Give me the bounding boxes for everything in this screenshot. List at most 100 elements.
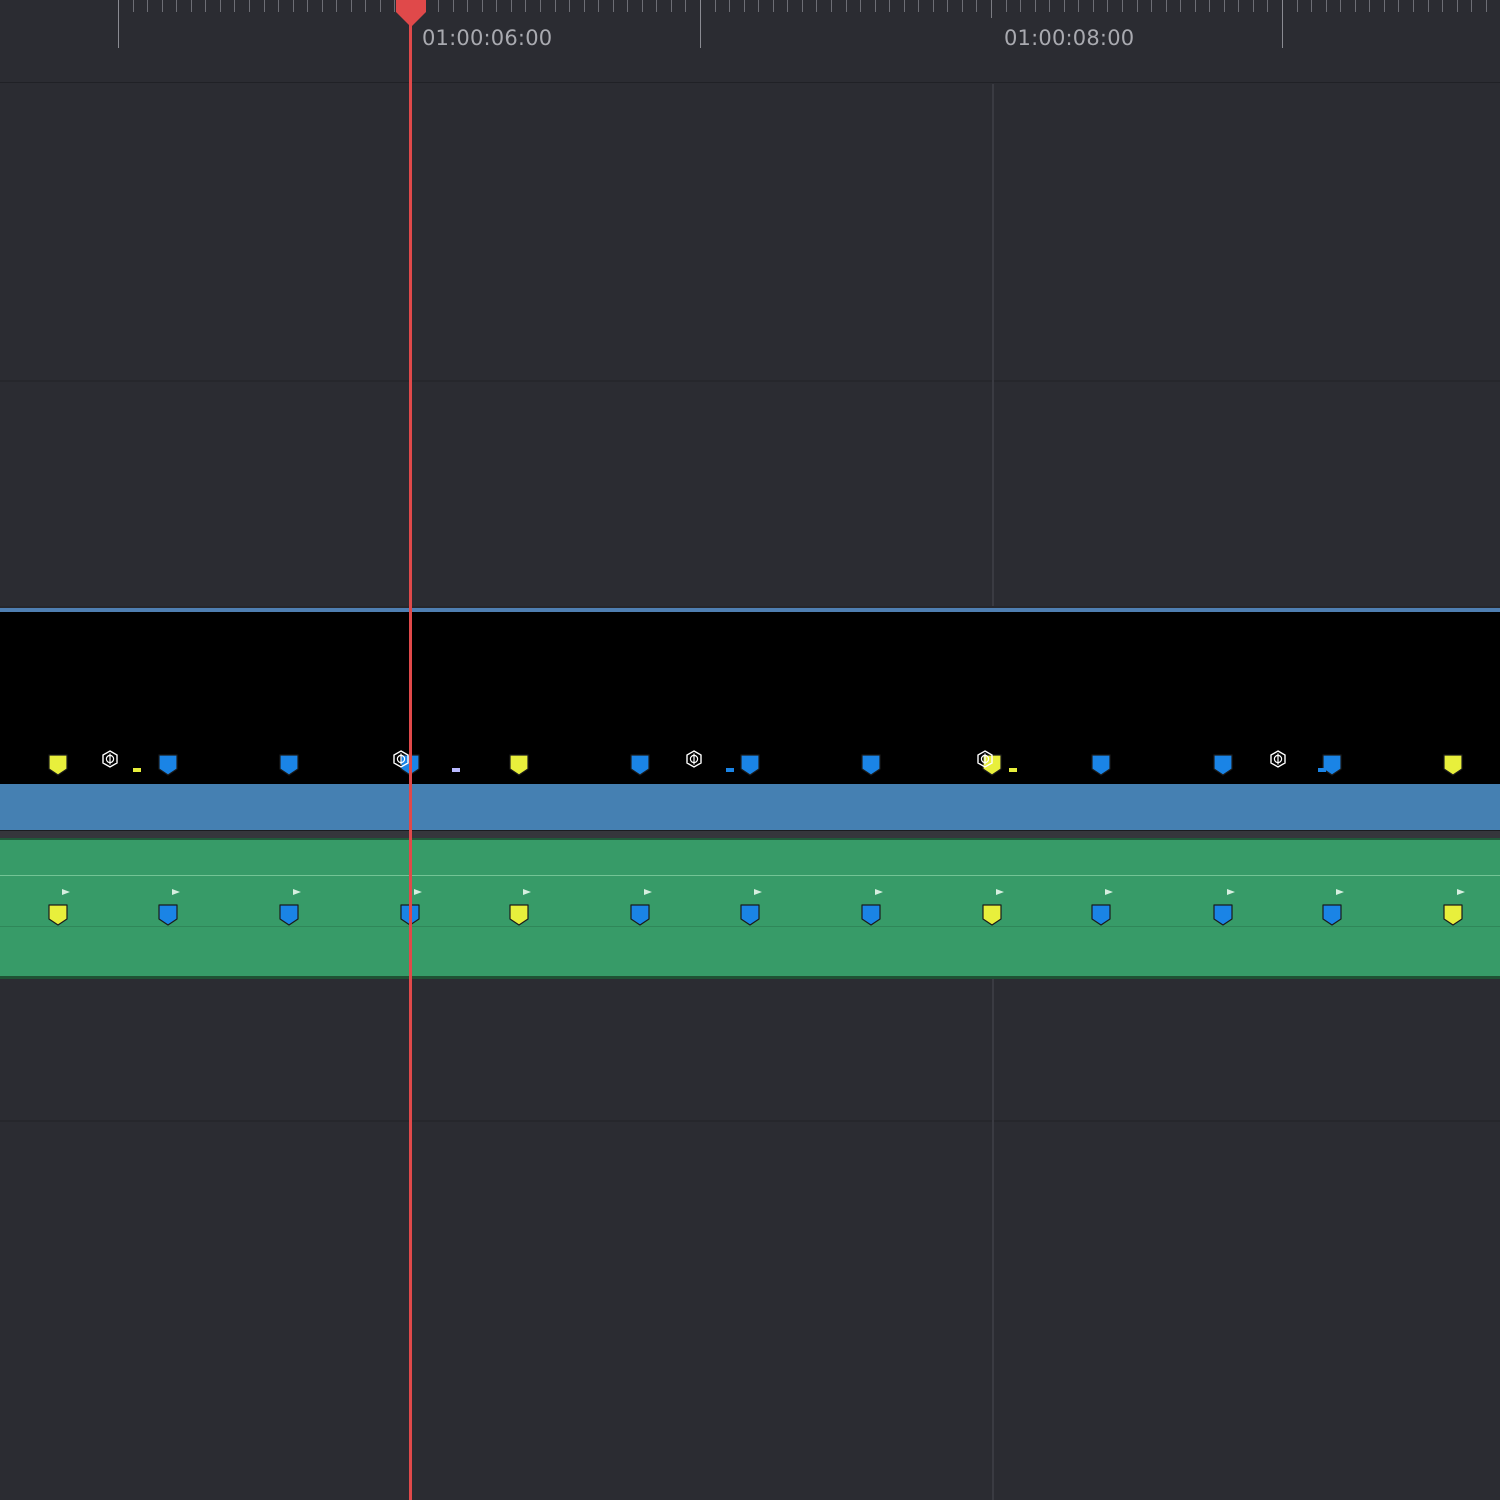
ruler-tick xyxy=(525,0,526,12)
marker-flag-icon[interactable] xyxy=(1212,754,1234,776)
keyframe-arrow-icon xyxy=(523,880,531,895)
clip-dash-mark xyxy=(726,768,734,772)
ruler-tick xyxy=(918,0,919,12)
track-lane-audio-2[interactable] xyxy=(0,978,1500,1122)
grid-line xyxy=(992,84,994,606)
ruler-tick xyxy=(1369,0,1370,12)
ruler-tick xyxy=(496,0,497,12)
clip-dash-mark xyxy=(1009,768,1017,772)
ruler-tick xyxy=(1253,0,1254,12)
ruler-tick xyxy=(1078,0,1079,12)
marker-flag-icon[interactable] xyxy=(739,754,761,776)
ruler-tick xyxy=(1486,0,1487,12)
ruler-tick xyxy=(802,0,803,12)
marker-flag-icon[interactable] xyxy=(1442,904,1464,926)
ruler-tick xyxy=(846,0,847,12)
marker-flag-icon[interactable] xyxy=(157,754,179,776)
video-clip-name-bar[interactable] xyxy=(0,784,1500,832)
marker-flag-icon[interactable] xyxy=(278,754,300,776)
keyframe-arrow-icon xyxy=(1227,880,1235,895)
ruler-tick xyxy=(831,0,832,12)
ruler-tick xyxy=(380,0,381,12)
ruler-tick xyxy=(656,0,657,12)
keyframe-arrow-icon xyxy=(1336,880,1344,895)
marker-flag-icon[interactable] xyxy=(1321,754,1343,776)
track-lane-video-2[interactable] xyxy=(0,382,1500,608)
marker-flag-icon[interactable] xyxy=(981,904,1003,926)
track-lane-video-3[interactable] xyxy=(0,84,1500,382)
ruler-tick xyxy=(1035,0,1036,12)
timecode-ruler[interactable]: 01:00:06:00 01:00:08:00 xyxy=(0,0,1500,83)
ruler-tick xyxy=(1428,0,1429,12)
ruler-tick xyxy=(1224,0,1225,12)
marker-flag-icon[interactable] xyxy=(1090,754,1112,776)
ruler-tick xyxy=(1340,0,1341,12)
ruler-tick xyxy=(860,0,861,12)
marker-flag-icon[interactable] xyxy=(1442,754,1464,776)
track-lane-audio-3[interactable] xyxy=(0,1122,1500,1500)
ruler-tick xyxy=(962,0,963,12)
ruler-tick xyxy=(598,0,599,12)
retime-hexagon-icon xyxy=(976,750,994,768)
ruler-tick xyxy=(234,0,235,12)
keyframe-arrow-icon xyxy=(754,880,762,895)
ruler-tick xyxy=(365,0,366,12)
retime-hexagon-icon xyxy=(101,750,119,768)
video-clip[interactable] xyxy=(0,608,1500,832)
ruler-tick xyxy=(1238,0,1239,12)
ruler-tick xyxy=(671,0,672,12)
ruler-tick xyxy=(685,0,686,12)
ruler-tick xyxy=(118,0,119,48)
marker-flag-icon[interactable] xyxy=(508,904,530,926)
keyframe-arrow-icon xyxy=(996,880,1004,895)
ruler-tick xyxy=(627,0,628,12)
playhead-line[interactable] xyxy=(409,16,412,1500)
ruler-tick xyxy=(307,0,308,12)
ruler-tick xyxy=(264,0,265,12)
timecode-label-8s: 01:00:08:00 xyxy=(1004,26,1135,50)
keyframe-arrow-icon xyxy=(644,880,652,895)
marker-flag-icon[interactable] xyxy=(860,754,882,776)
ruler-tick xyxy=(147,0,148,12)
marker-flag-icon[interactable] xyxy=(47,904,69,926)
ruler-tick xyxy=(1442,0,1443,12)
marker-flag-icon[interactable] xyxy=(1321,904,1343,926)
ruler-tick xyxy=(1006,0,1007,12)
ruler-tick xyxy=(1093,0,1094,12)
ruler-tick xyxy=(351,0,352,12)
marker-flag-icon[interactable] xyxy=(278,904,300,926)
ruler-tick xyxy=(1166,0,1167,12)
ruler-tick xyxy=(584,0,585,12)
marker-flag-icon[interactable] xyxy=(1212,904,1234,926)
ruler-tick xyxy=(816,0,817,12)
marker-flag-icon[interactable] xyxy=(157,904,179,926)
marker-flag-icon[interactable] xyxy=(47,754,69,776)
timecode-label-6s: 01:00:06:00 xyxy=(422,26,553,50)
ruler-tick xyxy=(555,0,556,12)
marker-flag-icon[interactable] xyxy=(739,904,761,926)
keyframe-arrow-icon xyxy=(875,880,883,895)
playhead-triangle-icon[interactable] xyxy=(394,0,428,28)
audio-waveform-baseline xyxy=(0,926,1500,927)
marker-flag-icon[interactable] xyxy=(860,904,882,926)
audio-clip[interactable] xyxy=(0,838,1500,979)
audio-waveform-line xyxy=(0,875,1500,876)
ruler-tick xyxy=(933,0,934,12)
marker-flag-icon[interactable] xyxy=(508,754,530,776)
ruler-tick xyxy=(249,0,250,12)
ruler-tick xyxy=(191,0,192,12)
timeline[interactable]: 01:00:06:00 01:00:08:00 xyxy=(0,0,1500,1500)
marker-flag-icon[interactable] xyxy=(629,904,651,926)
ruler-tick xyxy=(1297,0,1298,12)
keyframe-arrow-icon xyxy=(293,880,301,895)
ruler-tick xyxy=(322,0,323,12)
marker-flag-icon[interactable] xyxy=(629,754,651,776)
ruler-tick xyxy=(453,0,454,12)
ruler-tick xyxy=(293,0,294,12)
clip-dash-mark xyxy=(1318,768,1326,772)
retime-hexagon-icon xyxy=(685,750,703,768)
ruler-tick xyxy=(1020,0,1021,12)
marker-flag-icon[interactable] xyxy=(1090,904,1112,926)
grid-line xyxy=(992,978,994,1500)
keyframe-arrow-icon xyxy=(1105,880,1113,895)
